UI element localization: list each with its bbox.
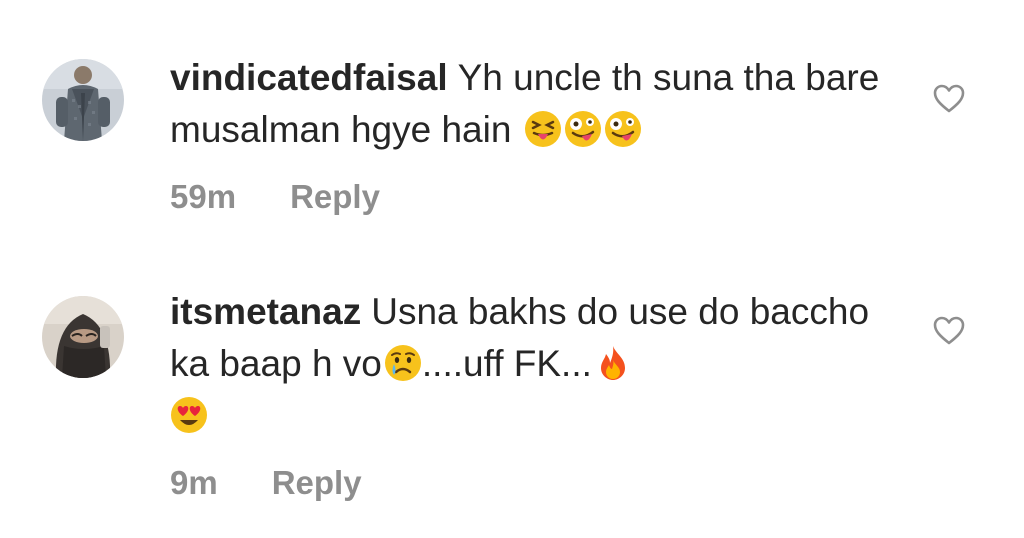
crying-face-emoji bbox=[384, 344, 422, 382]
heart-outline-icon[interactable] bbox=[932, 83, 966, 113]
comment-body: vindicatedfaisal Yh uncle th suna tha bar… bbox=[170, 52, 890, 216]
comment-text: vindicatedfaisal Yh uncle th suna tha bar… bbox=[170, 52, 890, 156]
comment-text: itsmetanaz Usna bakhs do use do baccho ka… bbox=[170, 286, 890, 442]
timestamp: 9m bbox=[170, 464, 218, 501]
heart-outline-icon[interactable] bbox=[932, 315, 966, 345]
squinting-tongue-emoji bbox=[524, 110, 562, 148]
comment-item: itsmetanaz Usna bakhs do use do baccho ka… bbox=[0, 250, 1024, 538]
comment-message-end: ....uff FK... bbox=[421, 343, 592, 384]
username[interactable]: itsmetanaz bbox=[170, 291, 361, 332]
timestamp: 59m bbox=[170, 178, 237, 215]
comment-meta: 9m Reply bbox=[170, 464, 890, 502]
avatar[interactable] bbox=[42, 296, 124, 378]
fire-emoji bbox=[594, 344, 632, 382]
avatar[interactable] bbox=[42, 59, 124, 141]
heart-eyes-emoji bbox=[170, 396, 208, 434]
username[interactable]: vindicatedfaisal bbox=[170, 57, 448, 98]
zany-face-emoji bbox=[604, 110, 642, 148]
reply-button[interactable]: Reply bbox=[272, 464, 362, 502]
comment-body: itsmetanaz Usna bakhs do use do baccho ka… bbox=[170, 286, 890, 502]
comment-item: vindicatedfaisal Yh uncle th suna tha bar… bbox=[0, 0, 1024, 250]
comment-meta: 59m Reply bbox=[170, 178, 890, 216]
zany-face-emoji bbox=[564, 110, 602, 148]
reply-button[interactable]: Reply bbox=[290, 178, 380, 216]
